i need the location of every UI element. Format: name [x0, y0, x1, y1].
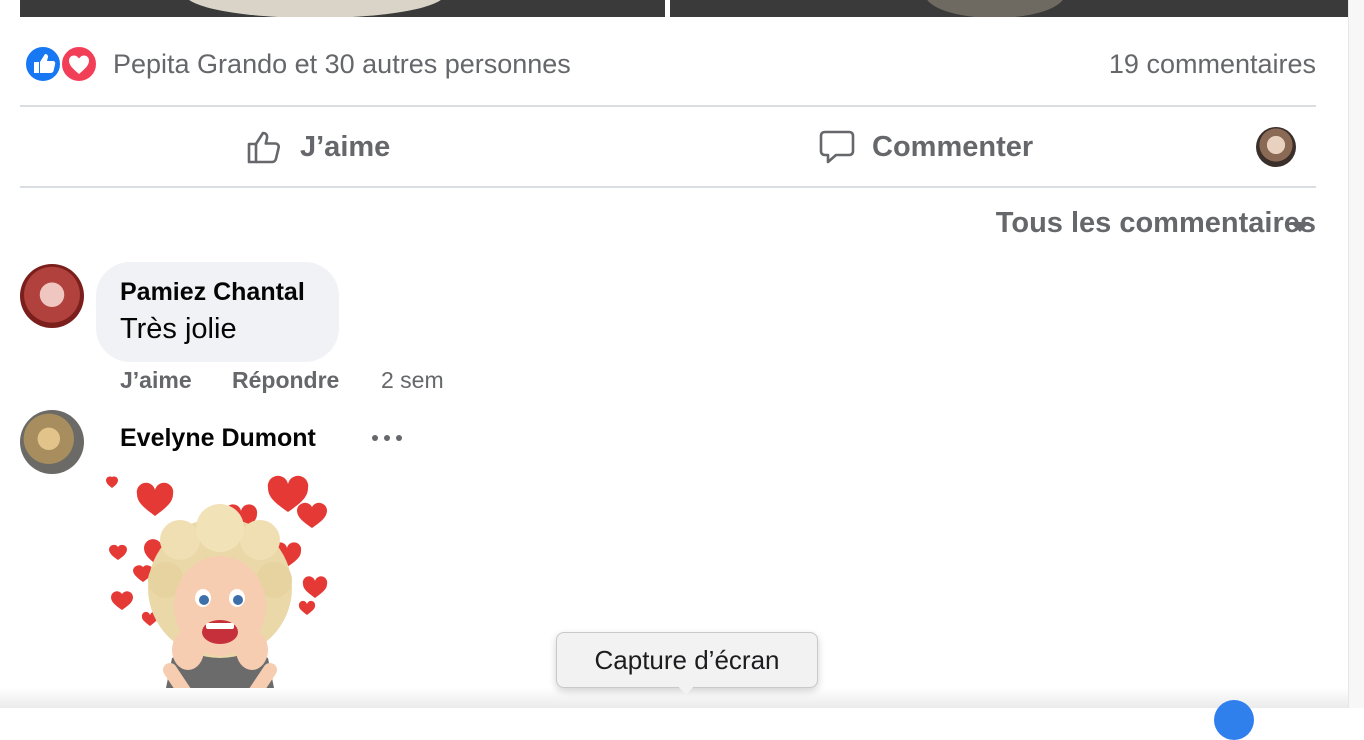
- tooltip-arrow: [676, 684, 696, 695]
- thumbs-up-icon: [247, 131, 280, 164]
- tooltip-label: Capture d’écran: [594, 644, 780, 675]
- screenshot-tooltip: Capture d’écran: [556, 632, 818, 688]
- more-options-icon[interactable]: [372, 425, 402, 451]
- comment-like-link[interactable]: J’aime: [120, 367, 192, 397]
- caret-down-icon[interactable]: [1290, 222, 1310, 232]
- like-icon: [24, 45, 62, 83]
- reactions-summary: Pepita Grando et 30 autres personnes 19 …: [20, 40, 1316, 88]
- divider-bottom: [20, 186, 1316, 188]
- like-button[interactable]: J’aime: [246, 108, 390, 186]
- comment-bubble-icon: [819, 130, 855, 164]
- comments-count-link[interactable]: 19 commentaires: [1109, 49, 1316, 80]
- comments-filter-dropdown[interactable]: Tous les commentaires: [996, 207, 1316, 240]
- post-photo-left[interactable]: [20, 0, 665, 17]
- comment-reply-link[interactable]: Répondre: [232, 367, 339, 397]
- comment-button-label: Commenter: [872, 130, 1034, 163]
- hearts-avatar-sticker: [106, 475, 328, 708]
- comment-bubble: Pamiez Chantal Très jolie: [96, 262, 339, 362]
- scrollbar-track[interactable]: [1348, 0, 1364, 708]
- love-icon: [60, 45, 98, 83]
- avatar[interactable]: [20, 410, 84, 474]
- comment-button[interactable]: Commenter: [818, 108, 1033, 186]
- avatar[interactable]: [20, 264, 84, 328]
- post-actions-bar: J’aime Commenter: [20, 108, 1316, 186]
- comment-text: Très jolie: [120, 313, 237, 345]
- floating-action-button[interactable]: [1214, 700, 1254, 740]
- reactions-summary-text[interactable]: Pepita Grando et 30 autres personnes: [113, 49, 571, 80]
- bottom-fade: [0, 688, 1348, 708]
- comment-author[interactable]: Pamiez Chantal: [120, 278, 305, 307]
- reaction-icons[interactable]: [24, 45, 98, 83]
- post-photos-strip[interactable]: [20, 0, 1348, 18]
- like-button-label: J’aime: [300, 130, 391, 163]
- current-user-avatar[interactable]: [1256, 127, 1296, 167]
- comment-author[interactable]: Evelyne Dumont: [120, 424, 316, 453]
- post-photo-right[interactable]: [670, 0, 1348, 17]
- divider-top: [20, 105, 1316, 107]
- comment-timestamp[interactable]: 2 sem: [381, 367, 444, 397]
